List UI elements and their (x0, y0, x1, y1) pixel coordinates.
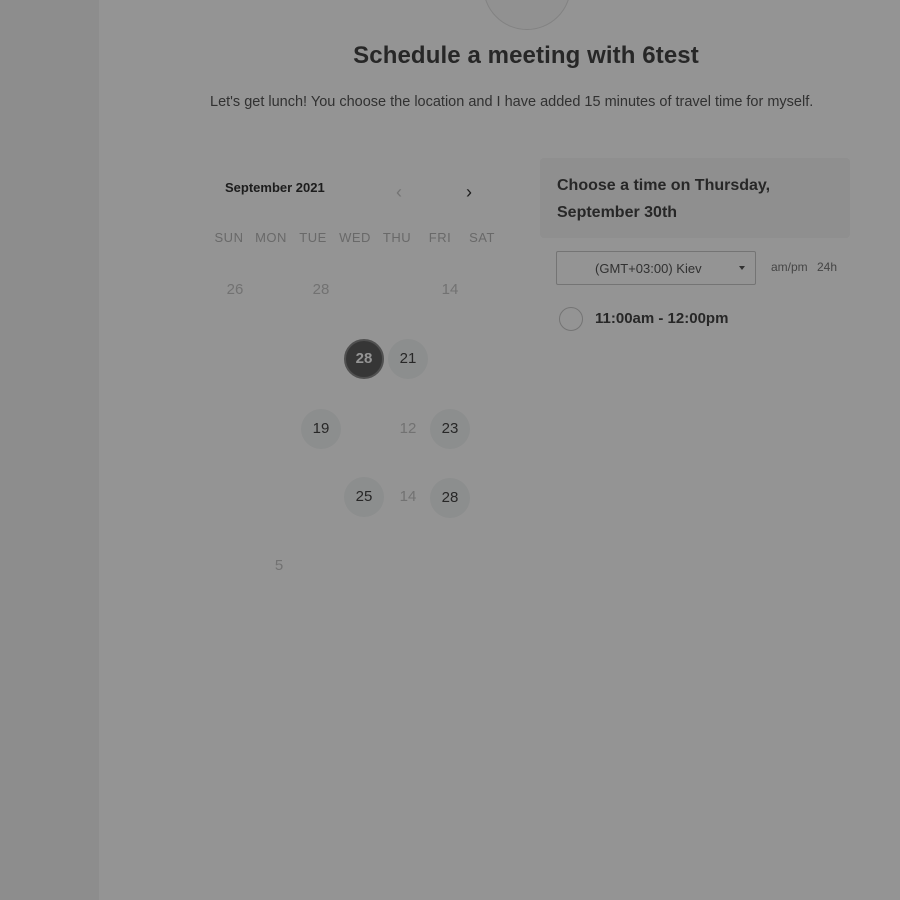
calendar-day: 14 (399, 488, 417, 505)
chevron-right-icon[interactable]: › (457, 180, 481, 204)
page-title: Schedule a meeting with 6test (353, 42, 699, 69)
calendar-day: 26 (226, 281, 244, 298)
calendar-day-selected[interactable]: 28 (344, 339, 384, 379)
calendar-day-available[interactable]: 21 (388, 339, 428, 379)
weekday-tue: TUE (299, 230, 327, 245)
time-selection-heading: Choose a time on Thursday, September 30t… (557, 177, 771, 221)
timezone-select[interactable]: (GMT+03:00) Kiev (556, 251, 756, 285)
time-selection-header: Choose a time on Thursday, September 30t… (540, 158, 850, 238)
calendar-day: 12 (399, 420, 417, 437)
calendar-day-available[interactable]: 19 (301, 409, 341, 449)
weekday-fri: FRI (428, 230, 452, 245)
weekday-sun: SUN (214, 230, 244, 245)
calendar-month-label: September 2021 (225, 180, 325, 195)
weekday-wed: WED (339, 230, 371, 245)
caret-down-icon (739, 266, 745, 270)
calendar-day-available[interactable]: 28 (430, 478, 470, 518)
time-slot-label: 11:00am - 12:00pm (595, 310, 729, 327)
timezone-value: (GMT+03:00) Kiev (595, 261, 702, 276)
radio-button[interactable] (559, 307, 583, 331)
weekday-thu: THU (382, 230, 412, 245)
format-24h-toggle[interactable]: 24h (817, 260, 837, 274)
event-description: Let's get lunch! You choose the location… (210, 94, 814, 110)
calendar-day-available[interactable]: 23 (430, 409, 470, 449)
calendar-day: 5 (274, 557, 284, 574)
chevron-left-icon[interactable]: ‹ (387, 180, 411, 204)
calendar-day: 14 (441, 281, 459, 298)
left-sidebar-panel (0, 0, 99, 900)
main-panel (99, 0, 900, 900)
weekday-mon: MON (255, 230, 287, 245)
calendar-day: 28 (312, 281, 330, 298)
calendar-day-available[interactable]: 25 (344, 477, 384, 517)
weekday-sat: SAT (469, 230, 495, 245)
format-ampm-toggle[interactable]: am/pm (771, 260, 808, 274)
